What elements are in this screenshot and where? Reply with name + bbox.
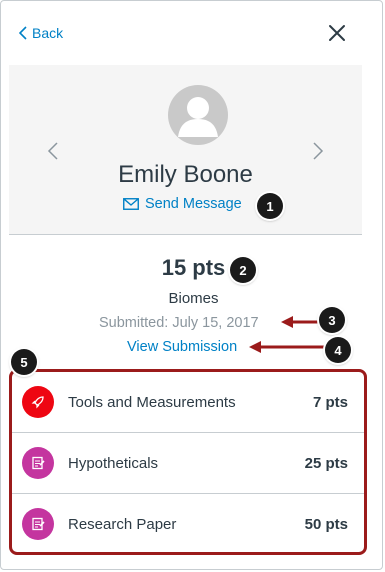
quiz-icon — [32, 456, 45, 470]
rubric-title: Tools and Measurements — [68, 393, 236, 411]
rubric-title: Research Paper — [68, 515, 177, 533]
rubric-icon — [22, 508, 54, 540]
chevron-left-icon — [19, 26, 27, 40]
callout-5: 5 — [11, 349, 37, 375]
score: 15 pts — [161, 255, 226, 280]
grade-detail-panel: Back Emily Boone Send Message 15 pts Bio… — [0, 0, 383, 570]
view-submission-link[interactable]: View Submission — [127, 339, 237, 355]
close-icon[interactable] — [327, 23, 347, 43]
rubric-row-hypotheticals[interactable]: Hypotheticals 25 pts — [12, 433, 364, 494]
rubric-list: Tools and Measurements 7 pts Hypothetica… — [9, 369, 367, 555]
assignment-name: Biomes — [168, 290, 219, 307]
avatar — [168, 85, 228, 145]
submission-date: Submitted: July 15, 2017 — [99, 315, 259, 331]
annotation-arrow-submitted — [281, 316, 323, 328]
next-student-arrow[interactable] — [312, 141, 324, 161]
rubric-points: 50 pts — [304, 515, 348, 533]
annotation-arrow-view-submission — [249, 341, 325, 353]
callout-4: 4 — [325, 337, 351, 363]
rubric-points: 7 pts — [312, 393, 348, 411]
back-button[interactable]: Back — [19, 25, 63, 41]
callout-3: 3 — [319, 307, 345, 333]
rubric-row-research-paper[interactable]: Research Paper 50 pts — [12, 494, 364, 552]
top-bar: Back — [1, 1, 382, 65]
back-label: Back — [32, 25, 64, 41]
callout-2: 2 — [230, 257, 256, 283]
rocket-icon — [31, 396, 44, 409]
rubric-points: 25 pts — [304, 454, 348, 472]
send-message-link[interactable]: Send Message — [123, 196, 242, 212]
send-message-label: Send Message — [145, 196, 242, 212]
student-profile: Emily Boone Send Message — [9, 65, 362, 235]
previous-student-arrow[interactable] — [47, 141, 59, 161]
quiz-icon — [32, 517, 45, 531]
rubric-icon — [22, 386, 54, 418]
student-name: Emily Boone — [118, 161, 253, 188]
rubric-row-tools-and-measurements[interactable]: Tools and Measurements 7 pts — [12, 372, 364, 433]
envelope-icon — [123, 198, 139, 210]
rubric-title: Hypotheticals — [68, 454, 159, 472]
callout-1: 1 — [257, 193, 283, 219]
rubric-icon — [22, 447, 54, 479]
